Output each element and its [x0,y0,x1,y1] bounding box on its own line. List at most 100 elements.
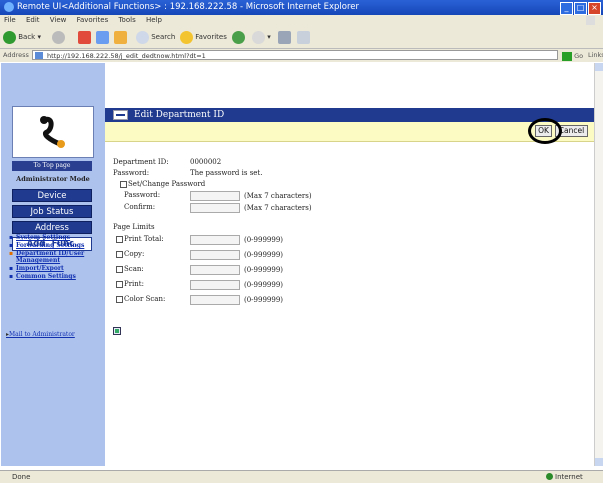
confirm-label: Confirm: [124,203,156,211]
page-icon [35,52,43,59]
mail-label: Mail to Administrator [9,331,75,338]
sidebar-item-common-settings[interactable]: ▪ Common Settings [9,273,103,280]
action-bar: OK Cancel [105,118,595,144]
top-page-link[interactable]: To Top page [12,161,92,171]
scroll-up-arrow-icon[interactable] [595,63,603,71]
home-icon [114,30,127,44]
confirm-password-field[interactable] [190,203,240,213]
page-header: Edit Department ID [105,108,595,122]
sidebar-item-label: Common Settings [16,273,76,280]
windows-logo-icon [586,16,595,25]
page-limits-heading: Page Limits [113,223,155,231]
minimize-button[interactable]: _ [560,2,573,15]
scroll-down-arrow-icon[interactable] [595,458,603,466]
password-status: The password is set. [190,169,263,177]
address-bar: Address http://192.168.222.58/j_edit_ded… [0,49,603,62]
window-titlebar: Remote UI<Additional Functions> : 192.16… [0,0,603,15]
menu-file[interactable]: File [4,16,16,24]
go-button[interactable]: Go [562,50,583,63]
menu-view[interactable]: View [50,16,67,24]
print-field[interactable] [190,280,240,290]
bullet-icon: ▪ [9,234,14,241]
stop-button[interactable] [78,30,91,44]
stop-icon [78,30,91,44]
device-button[interactable]: Device [12,189,92,202]
scan-field[interactable] [190,265,240,275]
copy-label: Copy: [124,250,145,258]
bullet-icon: ▪ [9,273,14,280]
copy-option[interactable]: Copy: [116,250,144,259]
search-icon [136,30,149,44]
remote-ui-logo [12,106,94,158]
scan-range: (0-999999) [244,266,284,274]
edit-icon [297,30,310,44]
print-checkbox[interactable] [116,280,123,288]
browser-toolbar: Back ▾ Search Favorites ▾ [0,26,603,49]
maximize-button[interactable]: □ [574,2,587,15]
menu-bar: File Edit View Favorites Tools Help [0,15,603,26]
status-bar: Done Internet [0,470,603,483]
search-button[interactable]: Search [136,30,175,44]
links-button[interactable]: Links [588,49,603,62]
vertical-scrollbar[interactable] [594,63,603,466]
menu-edit[interactable]: Edit [26,16,40,24]
menu-help[interactable]: Help [146,16,162,24]
main-content: Edit Department ID OK Cancel Department … [105,63,603,466]
sidebar-item-system-settings[interactable]: ▪ System Settings [9,234,103,241]
forward-button[interactable] [52,30,65,44]
sidebar-item-forwarding-settings[interactable]: ▪ Forwarding Settings [9,242,103,249]
print-button[interactable] [278,30,291,44]
set-change-password-option[interactable]: Set/Change Password [120,180,205,189]
print-range: (0-999999) [244,281,284,289]
menu-tools[interactable]: Tools [118,16,135,24]
color-scan-checkbox[interactable] [116,295,123,303]
page-header-icon [113,110,128,120]
address-button[interactable]: Address [12,221,92,234]
administrator-mode-label: Administrator Mode [16,175,90,183]
print-option[interactable]: Print: [116,280,144,289]
print-total-checkbox[interactable] [116,235,123,243]
forward-arrow-icon [52,30,65,44]
color-scan-field[interactable] [190,295,240,305]
print-total-option[interactable]: Print Total: [116,235,164,244]
remote-ui-logo-icon [40,116,65,148]
history-button[interactable] [232,30,245,44]
search-label: Search [151,33,176,41]
home-button[interactable] [114,30,127,44]
star-icon [180,30,193,44]
set-change-password-label: Set/Change Password [128,180,206,188]
refresh-button[interactable] [96,30,109,44]
favorites-label: Favorites [195,33,227,41]
mail-button[interactable]: ▾ [252,30,271,44]
sidebar-item-label: System Settings [16,234,71,241]
sidebar-item-label: Import/Export [16,265,64,272]
new-password-field[interactable] [190,191,240,201]
job-status-button[interactable]: Job Status [12,205,92,218]
history-icon [232,30,245,44]
go-arrow-icon [562,51,572,61]
edit-button[interactable] [297,30,310,44]
menu-favorites[interactable]: Favorites [77,16,109,24]
confirm-hint: (Max 7 characters) [244,204,312,212]
mail-to-administrator-link[interactable]: ▸Mail to Administrator [6,331,75,338]
print-total-field[interactable] [190,235,240,245]
bullet-icon: ▪ [9,250,14,257]
close-button[interactable]: × [588,2,601,15]
copy-field[interactable] [190,250,240,260]
set-change-password-checkbox[interactable] [120,180,127,188]
copy-range: (0-999999) [244,251,284,259]
scan-option[interactable]: Scan: [116,265,144,274]
sidebar: To Top page Administrator Mode Device Jo… [1,63,105,466]
scan-checkbox[interactable] [116,265,123,273]
password-hint: (Max 7 characters) [244,192,312,200]
address-input[interactable]: http://192.168.222.58/j_edit_dedtnow.htm… [32,50,558,60]
sidebar-item-department-id[interactable]: ▪ Department ID/User Management [9,250,103,264]
back-label: Back [18,33,36,41]
copy-checkbox[interactable] [116,250,123,258]
print-total-label: Print Total: [124,235,164,243]
print-total-range: (0-999999) [244,236,284,244]
favorites-button[interactable]: Favorites [180,30,227,44]
back-button[interactable]: Back ▾ [3,30,41,44]
color-scan-option[interactable]: Color Scan: [116,295,165,304]
sidebar-item-import-export[interactable]: ▪ Import/Export [9,265,103,272]
